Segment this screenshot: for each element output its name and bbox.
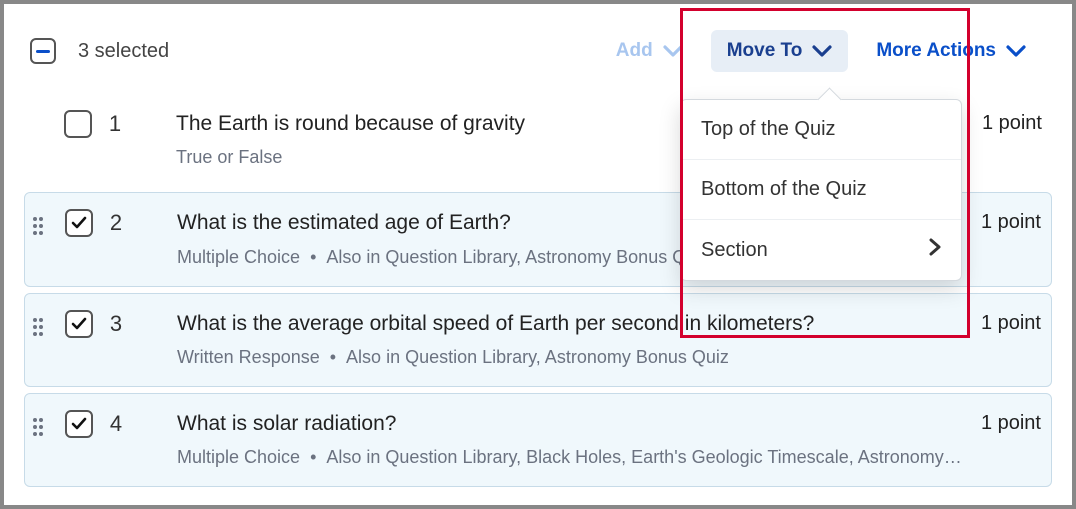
row-checkbox[interactable] (64, 110, 92, 138)
chevron-down-icon (663, 44, 683, 58)
row-number: 4 (93, 411, 139, 437)
move-to-label: Move To (727, 40, 803, 62)
question-meta: Multiple Choice•Also in Question Library… (177, 447, 963, 468)
question-extra: Also in Question Library, Black Holes, E… (326, 447, 963, 467)
row-checkbox[interactable] (65, 410, 93, 438)
question-type: Written Response (177, 347, 320, 367)
menu-label: Bottom of the Quiz (701, 178, 867, 201)
question-type: True or False (176, 147, 282, 167)
chevron-right-icon (929, 238, 941, 262)
move-to-bottom[interactable]: Bottom of the Quiz (681, 159, 961, 219)
select-all-checkbox[interactable] (30, 38, 56, 64)
question-points: 1 point (981, 211, 1041, 234)
more-actions-button[interactable]: More Actions (860, 30, 1042, 72)
move-to-section[interactable]: Section (681, 219, 961, 280)
move-to-menu: Top of the Quiz Bottom of the Quiz Secti… (680, 99, 962, 281)
drag-handle-icon[interactable] (31, 215, 51, 237)
menu-label: Top of the Quiz (701, 118, 836, 141)
question-points: 1 point (982, 112, 1042, 135)
question-extra: Also in Question Library, Astronomy Bonu… (346, 347, 729, 367)
chevron-down-icon (812, 44, 832, 58)
menu-label: Section (701, 239, 768, 262)
question-row[interactable]: 4 What is solar radiation? Multiple Choi… (24, 393, 1052, 487)
drag-handle-icon[interactable] (31, 416, 51, 438)
move-to-button[interactable]: Move To (711, 30, 849, 72)
question-row[interactable]: 3 What is the average orbital speed of E… (24, 293, 1052, 387)
selected-count: 3 selected (78, 40, 169, 63)
indeterminate-icon (36, 50, 50, 53)
question-extra: Also in Question Library, Astronomy Bonu… (326, 247, 709, 267)
question-title: What is solar radiation? (177, 410, 963, 437)
add-label: Add (616, 40, 653, 62)
question-title: What is the average orbital speed of Ear… (177, 310, 963, 337)
move-to-top[interactable]: Top of the Quiz (681, 100, 961, 159)
question-points: 1 point (981, 312, 1041, 335)
row-number: 1 (92, 111, 138, 137)
row-number: 2 (93, 210, 139, 236)
question-meta: Written Response•Also in Question Librar… (177, 347, 963, 368)
row-number: 3 (93, 311, 139, 337)
row-checkbox[interactable] (65, 310, 93, 338)
more-actions-label: More Actions (876, 40, 996, 62)
drag-handle-icon[interactable] (31, 316, 51, 338)
question-type: Multiple Choice (177, 447, 300, 467)
chevron-down-icon (1006, 44, 1026, 58)
question-points: 1 point (981, 412, 1041, 435)
toolbar: 3 selected Add Move To More Actions (24, 30, 1052, 94)
row-checkbox[interactable] (65, 209, 93, 237)
add-button[interactable]: Add (600, 30, 699, 72)
question-type: Multiple Choice (177, 247, 300, 267)
